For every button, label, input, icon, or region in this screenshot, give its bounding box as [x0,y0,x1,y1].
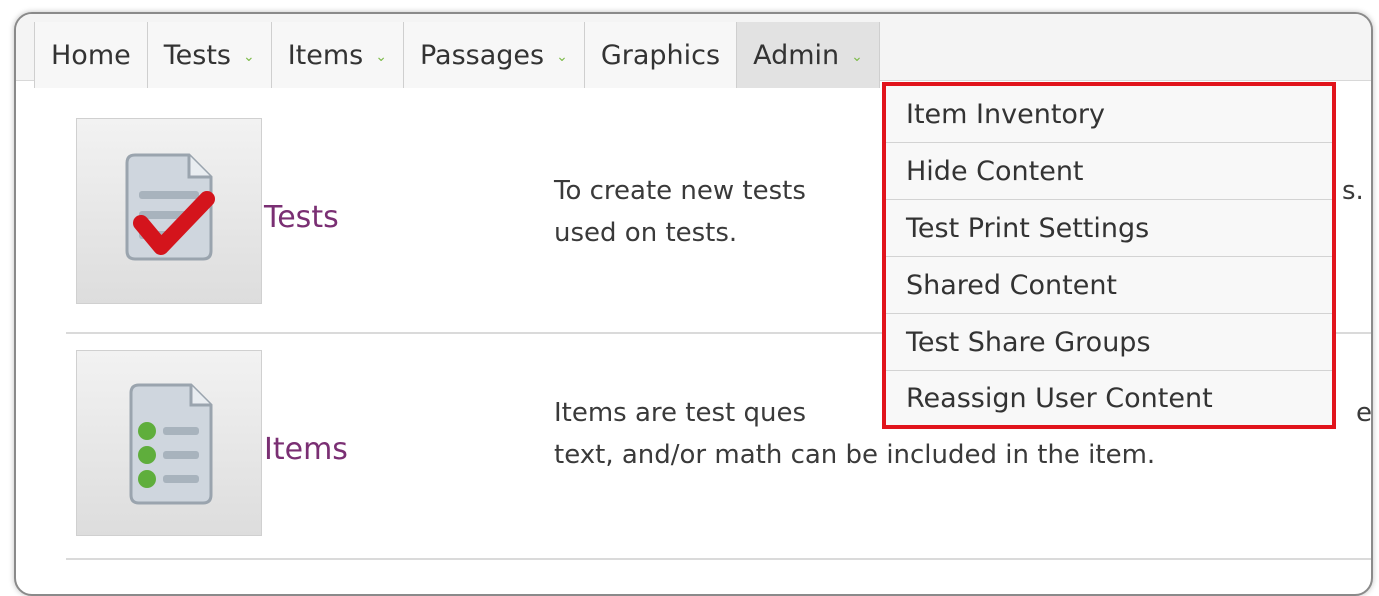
nav-graphics-label: Graphics [600,39,721,71]
nav-admin-label: Admin [753,39,840,71]
menu-item-test-share-groups[interactable]: Test Share Groups [886,314,1332,371]
tests-icon-tile[interactable] [76,118,262,304]
main-nav: Home Tests ⌄ Items ⌄ Passages ⌄ Graphics… [34,22,880,88]
chevron-down-icon: ⌄ [242,49,255,65]
tests-description-line-2: used on tests. [554,218,738,248]
nav-tests[interactable]: Tests ⌄ [147,22,272,88]
nav-admin[interactable]: Admin ⌄ [737,22,880,88]
menu-item-item-inventory[interactable]: Item Inventory [886,86,1332,143]
app-window: Home Tests ⌄ Items ⌄ Passages ⌄ Graphics… [14,12,1373,596]
items-description-line-2: text, and/or math can be included in the… [554,440,1156,470]
test-checklist-icon [125,153,215,261]
menu-item-test-print-settings[interactable]: Test Print Settings [886,200,1332,257]
items-description-tail: e [1356,398,1372,428]
menu-item-shared-content[interactable]: Shared Content [886,257,1332,314]
chevron-down-icon: ⌄ [851,49,863,65]
tests-link[interactable]: Tests [264,200,339,235]
chevron-down-icon: ⌄ [375,49,387,65]
nav-graphics[interactable]: Graphics [584,22,738,88]
items-link[interactable]: Items [264,432,348,467]
menu-item-reassign-user-content[interactable]: Reassign User Content [886,371,1332,425]
tests-description-tail: s. [1342,176,1364,206]
items-icon-tile[interactable] [76,350,262,536]
menu-item-hide-content[interactable]: Hide Content [886,143,1332,200]
tests-description-line-1: To create new tests [554,176,806,206]
nav-tests-label: Tests [163,39,231,71]
nav-passages[interactable]: Passages ⌄ [403,22,585,88]
nav-home[interactable]: Home [34,22,148,88]
nav-items[interactable]: Items ⌄ [271,22,404,88]
nav-items-label: Items [287,39,364,71]
chevron-down-icon: ⌄ [556,49,568,65]
item-checklist-icon [129,383,213,505]
nav-passages-label: Passages [419,39,545,71]
admin-dropdown-menu: Item Inventory Hide Content Test Print S… [882,82,1336,429]
nav-home-label: Home [51,39,131,71]
tests-description: To create new tests used on tests. [554,170,806,254]
